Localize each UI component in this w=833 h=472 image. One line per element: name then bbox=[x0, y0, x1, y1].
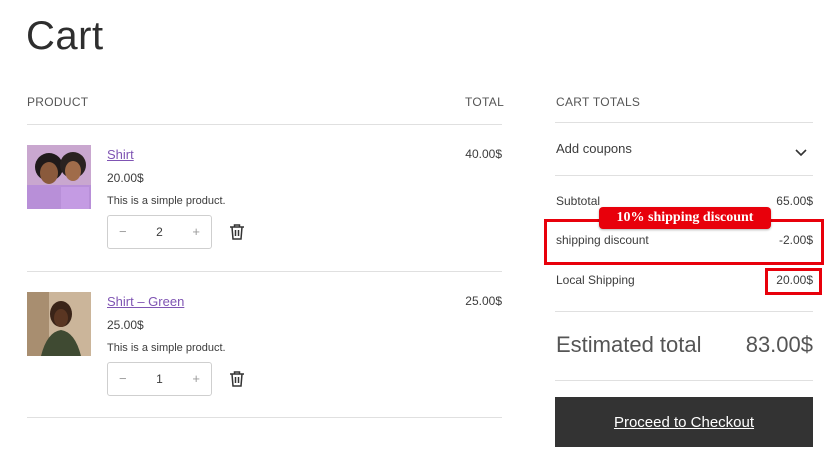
divider bbox=[27, 271, 502, 272]
product-price: 20.00$ bbox=[107, 171, 144, 185]
qty-increase-button[interactable]: + bbox=[192, 371, 200, 386]
divider bbox=[555, 311, 813, 312]
divider bbox=[555, 175, 813, 176]
divider bbox=[27, 124, 502, 125]
divider bbox=[555, 122, 813, 123]
product-link[interactable]: Shirt bbox=[107, 147, 134, 162]
qty-increase-button[interactable]: + bbox=[192, 224, 200, 239]
subtotal-label: Subtotal bbox=[556, 194, 601, 208]
total-column-header: TOTAL bbox=[465, 95, 505, 109]
product-price: 25.00$ bbox=[107, 318, 144, 332]
page-title: Cart bbox=[26, 14, 104, 58]
line-total: 40.00$ bbox=[465, 147, 502, 161]
proceed-to-checkout-button[interactable]: Proceed to Checkout bbox=[555, 397, 813, 447]
quantity-stepper[interactable]: − 2 + bbox=[107, 215, 212, 249]
product-thumbnail[interactable] bbox=[27, 292, 91, 356]
product-description: This is a simple product. bbox=[107, 342, 226, 354]
trash-icon[interactable] bbox=[229, 223, 245, 241]
shipping-value-highlight-box bbox=[765, 268, 822, 295]
shipping-label: Local Shipping bbox=[556, 273, 635, 287]
quantity-stepper[interactable]: − 1 + bbox=[107, 362, 212, 396]
chevron-down-icon[interactable] bbox=[794, 144, 808, 157]
estimated-total-value: 83.00$ bbox=[745, 332, 813, 357]
estimated-total-label: Estimated total bbox=[556, 332, 702, 357]
trash-icon[interactable] bbox=[229, 370, 245, 388]
divider bbox=[27, 417, 502, 418]
line-total: 25.00$ bbox=[465, 294, 502, 308]
product-column-header: PRODUCT bbox=[27, 95, 89, 109]
subtotal-value: 65.00$ bbox=[776, 194, 813, 208]
add-coupons-toggle[interactable]: Add coupons bbox=[556, 141, 632, 156]
product-link[interactable]: Shirt – Green bbox=[107, 294, 184, 309]
divider bbox=[555, 380, 813, 381]
annotation-tag: 10% shipping discount bbox=[599, 207, 771, 229]
product-description: This is a simple product. bbox=[107, 195, 226, 207]
cart-totals-header: CART TOTALS bbox=[556, 95, 641, 109]
product-thumbnail[interactable] bbox=[27, 145, 91, 209]
